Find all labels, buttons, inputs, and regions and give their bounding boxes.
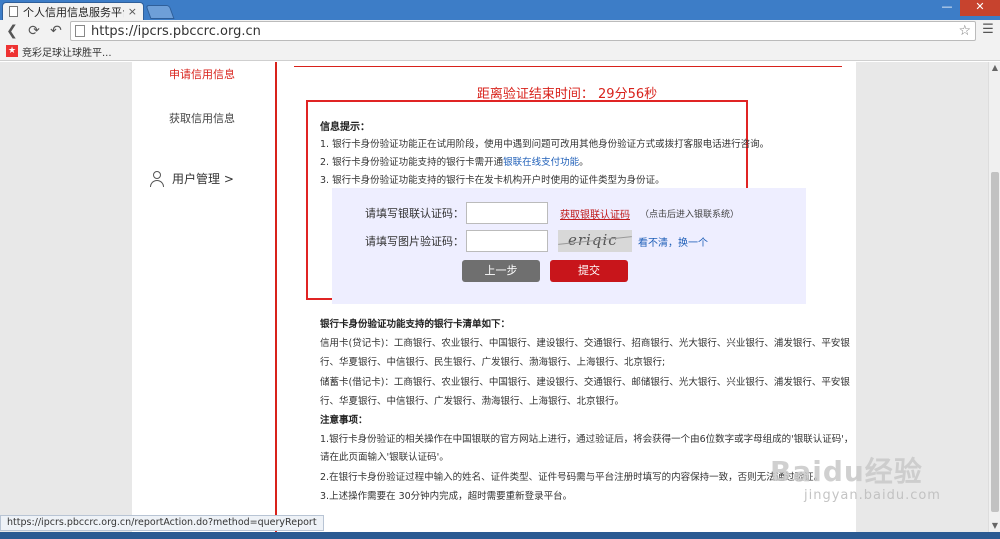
back-button[interactable]: 上一步: [462, 260, 540, 282]
note-1a: 1.银行卡身份验证的相关操作在中国银联的官方网站上进行，通过验证后，将会获得一个…: [320, 434, 854, 445]
bank-list-header: 银行卡身份验证功能支持的银行卡清单如下：: [320, 319, 511, 330]
status-bar: https://ipcrs.pbccrc.org.cn/reportAction…: [0, 515, 324, 531]
credit-card-line-1: 信用卡(贷记卡)：工商银行、农业银行、中国银行、建设银行、交通银行、招商银行、光…: [320, 338, 850, 349]
info-line-1: 1. 银行卡身份验证功能正在试用阶段，使用中遇到问题可改用其他身份验证方式或拨打…: [320, 139, 770, 150]
section-rule: [294, 66, 842, 67]
sidebar-item-label: 用户管理 >: [172, 172, 234, 186]
watermark-sub: jingyan.baidu.com: [804, 488, 941, 503]
os-taskbar: [0, 532, 1000, 539]
sidebar-item-get[interactable]: 获取信用信息: [132, 110, 272, 126]
captcha-image: eriqic: [558, 230, 632, 252]
credit-card-line-2: 行、华夏银行、中信银行、民生银行、广发银行、渤海银行、上海银行、北京银行;: [320, 357, 666, 368]
debit-card-line-2: 行、华夏银行、中信银行、广发银行、渤海银行、上海银行、北京银行。: [320, 396, 625, 407]
address-url[interactable]: https://ipcrs.pbccrc.org.cn: [91, 24, 958, 39]
debit-card-line-1: 储蓄卡(借记卡)：工商银行、农业银行、中国银行、建设银行、交通银行、邮储银行、光…: [320, 377, 850, 388]
info-line-2-end: 。: [579, 157, 589, 168]
lottery-icon: ★: [6, 45, 18, 57]
undo-icon[interactable]: ↶: [46, 21, 66, 41]
get-code-hint: （点击后进入银联系统）: [640, 209, 740, 220]
unionpay-online-link[interactable]: 银联在线支付功能: [503, 157, 579, 168]
tab-close-icon[interactable]: ×: [128, 5, 137, 18]
submit-button[interactable]: 提交: [550, 260, 628, 282]
window-close: ✕: [960, 0, 1000, 16]
info-line-2: 2. 银行卡身份验证功能支持的银行卡需开通银联在线支付功能。: [320, 154, 589, 168]
tab-active[interactable]: 个人信用信息服务平台 ×: [2, 2, 144, 20]
verification-form: 请填写银联认证码： 获取银联认证码 （点击后进入银联系统） 请填写图片验证码： …: [332, 188, 806, 304]
page-icon: [75, 25, 85, 37]
sidebar: 申请信用信息 获取信用信息 用户管理 >: [132, 62, 275, 532]
captcha-label: 请填写图片验证码：: [365, 235, 464, 248]
unionpay-code-row: 请填写银联认证码： 获取银联认证码 （点击后进入银联系统）: [332, 202, 739, 224]
vertical-scrollbar[interactable]: ▲ ▼: [988, 62, 1000, 532]
bookmark-item[interactable]: 竞彩足球让球胜平...: [22, 44, 112, 59]
page-icon: [9, 6, 18, 17]
notes-header: 注意事项：: [320, 415, 368, 426]
note-2: 2.在银行卡身份验证过程中输入的姓名、证件类型、证件号码需与平台注册时填写的内容…: [320, 472, 824, 483]
close-icon[interactable]: ✕: [960, 0, 1000, 16]
get-unionpay-code-link[interactable]: 获取银联认证码: [560, 206, 630, 221]
refresh-captcha-link[interactable]: 看不清，换一个: [638, 234, 708, 249]
scrollbar-thumb[interactable]: [991, 172, 999, 512]
sidebar-item-apply[interactable]: 申请信用信息: [132, 66, 272, 82]
sidebar-item-user-management[interactable]: 用户管理 >: [150, 170, 234, 187]
info-line-3: 3. 银行卡身份验证功能支持的银行卡在发卡机构开户时使用的证件类型为身份证。: [320, 175, 665, 186]
note-1b: 请在此页面输入'银联认证码'。: [320, 452, 449, 463]
sidebar-divider: [275, 62, 277, 532]
watermark-main: Baidu经验: [770, 455, 923, 488]
captcha-row: 请填写图片验证码： eriqic 看不清，换一个: [332, 230, 708, 252]
address-bar[interactable]: https://ipcrs.pbccrc.org.cn ☆: [70, 21, 976, 41]
info-title: 信息提示：: [320, 122, 370, 133]
tab-title: 个人信用信息服务平台: [23, 5, 124, 19]
scroll-up-icon[interactable]: ▲: [989, 62, 1000, 74]
menu-icon[interactable]: ☰: [980, 22, 996, 40]
bookmarks-bar: ★ 竞彩足球让球胜平...: [0, 42, 1000, 61]
baidu-watermark: Baidu经验 jingyan.baidu.com: [766, 450, 976, 510]
scroll-down-icon[interactable]: ▼: [989, 520, 1000, 532]
content-sheet: 申请信用信息 获取信用信息 用户管理 > 距离验证结束时间： 29分56秒 信息…: [132, 62, 856, 532]
captcha-input[interactable]: [466, 230, 548, 252]
info-line-2-text: 2. 银行卡身份验证功能支持的银行卡需开通: [320, 157, 504, 168]
bookmark-star-icon[interactable]: ☆: [958, 23, 971, 39]
browser-titlebar: 个人信用信息服务平台 × — ❐ ✕: [0, 0, 1000, 20]
user-icon: [150, 170, 164, 187]
unionpay-code-label: 请填写银联认证码：: [365, 207, 464, 220]
note-3: 3.上述操作需要在 30分钟内完成，超时需要重新登录平台。: [320, 491, 573, 502]
reload-icon[interactable]: ⟳: [24, 21, 44, 41]
new-tab-button[interactable]: [145, 5, 175, 19]
back-icon[interactable]: ❮: [2, 21, 22, 41]
minimize-icon[interactable]: —: [934, 0, 960, 16]
unionpay-code-input[interactable]: [466, 202, 548, 224]
browser-toolbar: ❮ ⟳ ↶ https://ipcrs.pbccrc.org.cn ☆ ☰: [0, 20, 1000, 42]
